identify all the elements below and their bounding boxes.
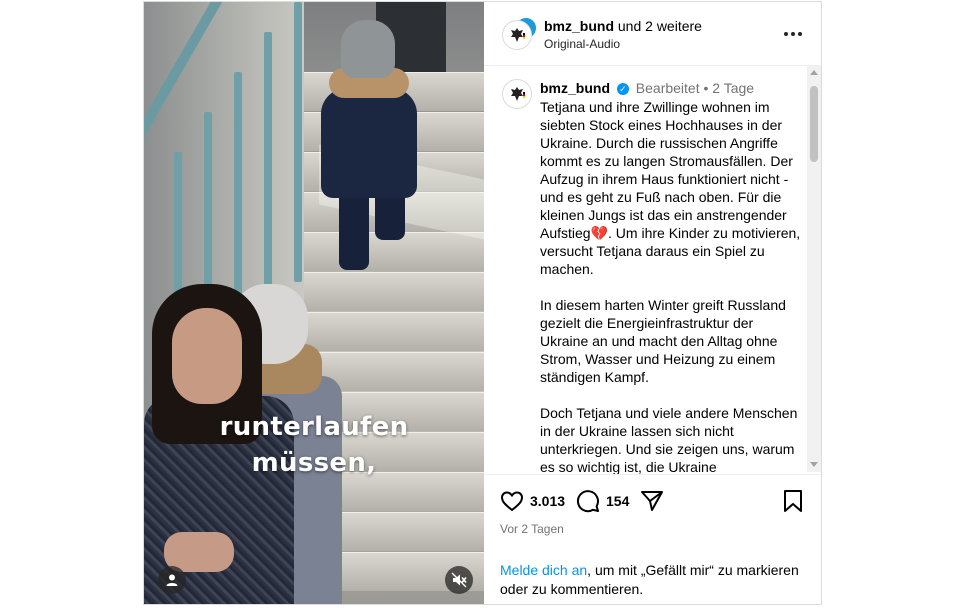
- heart-icon: [500, 491, 524, 512]
- caption-text: Tetjana und ihre Zwillinge wohnen im sie…: [540, 98, 802, 474]
- comment-icon: [576, 490, 599, 513]
- action-bar: 3.013 154 Vor 2 Tagen Melde dich an, um …: [484, 474, 821, 604]
- post-age[interactable]: 2 Tage: [712, 80, 754, 96]
- post-header: bmz_bund und 2 weitere Original-Audio: [484, 2, 821, 66]
- original-audio-link[interactable]: Original-Audio: [544, 37, 620, 51]
- header-collab[interactable]: und 2 weitere: [618, 18, 702, 34]
- comment-count[interactable]: 154: [606, 493, 629, 509]
- video-caption-line2: müssen,: [251, 448, 377, 478]
- tagged-users-button[interactable]: [158, 566, 186, 594]
- caption-username[interactable]: bmz_bund: [540, 80, 610, 96]
- bookmark-icon: [784, 490, 802, 512]
- mute-button[interactable]: [445, 566, 473, 594]
- share-button[interactable]: [640, 489, 664, 513]
- like-button[interactable]: 3.013: [500, 489, 565, 513]
- header-username[interactable]: bmz_bund: [544, 18, 614, 34]
- caption-area: bmz_bund ✓ Bearbeitet • 2 Tage Tetjana u…: [484, 66, 821, 474]
- video-caption-line1: runterlaufen: [219, 412, 409, 442]
- like-count[interactable]: 3.013: [530, 493, 565, 509]
- audio-muted-icon: [451, 572, 467, 588]
- presenter-woman: [144, 284, 294, 604]
- post-sidebar: bmz_bund und 2 weitere Original-Audio bm…: [484, 2, 821, 604]
- post-timestamp[interactable]: Vor 2 Tagen: [500, 522, 564, 536]
- caption-meta: bmz_bund ✓ Bearbeitet • 2 Tage: [540, 80, 754, 96]
- caption-paragraph: Tetjana und ihre Zwillinge wohnen im sie…: [540, 99, 801, 277]
- scrollbar-thumb[interactable]: [810, 86, 818, 162]
- verified-badge-icon: ✓: [616, 83, 629, 96]
- child-climbing-stairs: [309, 20, 429, 280]
- send-icon: [641, 491, 663, 511]
- login-link[interactable]: Melde dich an: [500, 562, 587, 578]
- meta-separator: •: [703, 80, 709, 96]
- caption-paragraph: In diesem harten Winter greift Russland …: [540, 297, 786, 385]
- avatar[interactable]: [502, 20, 532, 50]
- caption-paragraph: Doch Tetjana und viele andere Menschen i…: [540, 405, 798, 474]
- eagle-logo-icon: [511, 28, 525, 42]
- video-player[interactable]: runterlaufen müssen,: [144, 2, 484, 604]
- scroll-up-icon[interactable]: [810, 70, 818, 75]
- comment-button[interactable]: 154: [576, 489, 629, 513]
- save-button[interactable]: [782, 489, 804, 513]
- more-options-icon[interactable]: [784, 24, 808, 44]
- post-frame: runterlaufen müssen, bmz_bund und 2 weit…: [143, 1, 822, 605]
- scroll-down-icon[interactable]: [810, 462, 818, 467]
- user-icon: [166, 574, 178, 586]
- caption-avatar[interactable]: [502, 79, 532, 109]
- eagle-logo-icon: [511, 87, 525, 101]
- header-title: bmz_bund und 2 weitere: [544, 18, 702, 34]
- login-prompt: Melde dich an, um mit „Gefällt mir“ zu m…: [500, 561, 810, 599]
- edited-label: Bearbeitet: [635, 80, 700, 96]
